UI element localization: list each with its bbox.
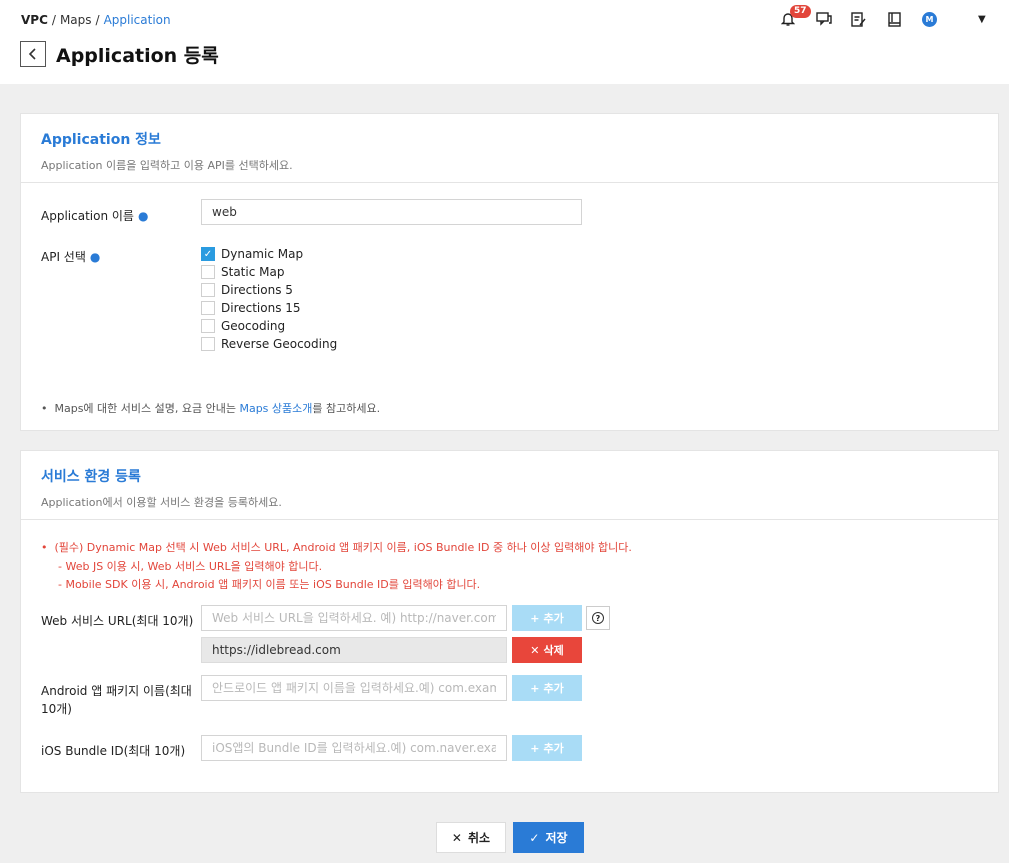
checkbox-box [201,283,215,297]
checkbox-box [201,337,215,351]
question-icon: ? [592,612,604,624]
notification-badge: 57 [790,5,811,18]
ios-bundle-input[interactable] [201,735,507,761]
api-checkbox-reverse-geocoding[interactable]: Reverse Geocoding [201,337,337,351]
chevron-left-icon [28,48,36,60]
api-checkbox-static-map[interactable]: Static Map [201,265,284,279]
ios-bundle-label: iOS Bundle ID(최대 10개) [41,744,186,758]
button-label: 추가 [543,612,564,625]
android-package-add-button[interactable]: + 추가 [512,675,582,701]
label-text: Android 앱 패키지 이름(최대 [41,684,192,698]
required-warning: • (필수) Dynamic Map 선택 시 Web 서비스 URL, And… [41,541,632,554]
api-checkbox-dynamic-map[interactable]: ✓ Dynamic Map [201,247,303,261]
breadcrumb-application: Application [103,13,171,27]
button-label: 추가 [543,742,564,755]
close-icon: ✕ [530,643,540,657]
web-url-entry: https://idlebread.com [201,637,507,663]
check-icon: ✓ [201,247,215,261]
checkbox-label: Directions 15 [221,301,301,315]
breadcrumb: VPC / Maps / Application [21,13,171,27]
warning-text: (필수) Dynamic Map 선택 시 Web 서비스 URL, Andro… [54,541,632,554]
button-label: 추가 [543,682,564,695]
section-description: Application에서 이용할 서비스 환경을 등록하세요. [41,496,282,509]
edit-note-icon [851,11,866,27]
cancel-button[interactable]: ✕ 취소 [436,822,506,853]
web-url-delete-button[interactable]: ✕ 삭제 [512,637,582,663]
note-text: Maps에 대한 서비스 설명, 요금 안내는 [54,402,240,415]
maps-info-note: • Maps에 대한 서비스 설명, 요금 안내는 Maps 상품소개를 참고하… [41,402,381,415]
check-icon: ✓ [529,830,540,845]
required-dot: ● [89,250,101,264]
close-icon: ✕ [451,830,462,845]
mobile-sdk-warning: - Mobile SDK 이용 시, Android 앱 패키지 이름 또는 i… [58,578,481,591]
section-header: 서비스 환경 등록 Application에서 이용할 서비스 환경을 등록하세… [21,451,998,520]
api-select-label: API 선택 ● [41,248,100,265]
web-js-warning: - Web JS 이용 시, Web 서비스 URL을 입력해야 합니다. [58,560,323,573]
back-button[interactable] [20,41,46,67]
breadcrumb-separator: / [51,13,56,27]
breadcrumb-separator: / [95,13,100,27]
section-description: Application 이름을 입력하고 이용 API를 선택하세요. [41,159,293,172]
chevron-down-icon[interactable]: ▼ [978,14,986,25]
save-button[interactable]: ✓ 저장 [513,822,584,853]
chat-button[interactable] [816,11,832,27]
page-title: Application 등록 [56,45,219,67]
android-package-input[interactable] [201,675,507,701]
chat-icon [816,12,832,26]
label-text: 10개) [41,702,72,716]
checkbox-label: Geocoding [221,319,286,333]
label-text: API 선택 [41,250,86,264]
checkbox-label: Static Map [221,265,285,279]
breadcrumb-vpc[interactable]: VPC [21,13,48,27]
api-checkbox-directions-15[interactable]: Directions 15 [201,301,301,315]
android-package-label: Android 앱 패키지 이름(최대 10개) [41,682,192,718]
button-label: 저장 [545,831,568,845]
user-avatar[interactable]: M [922,12,937,27]
manual-button[interactable] [886,11,902,27]
ios-bundle-add-button[interactable]: + 추가 [512,735,582,761]
web-url-label: Web 서비스 URL(최대 10개) [41,614,194,628]
checkbox-label: Dynamic Map [221,247,304,261]
application-name-label: Application 이름 ● [41,207,148,224]
maps-product-link[interactable]: Maps 상품소개 [239,402,312,415]
service-environment-section: 서비스 환경 등록 Application에서 이용할 서비스 환경을 등록하세… [20,450,999,793]
checkbox-box [201,301,215,315]
section-header: Application 정보 Application 이름을 입력하고 이용 A… [21,114,998,183]
required-dot: ● [137,209,149,223]
checkbox-label: Directions 5 [221,283,293,297]
breadcrumb-maps[interactable]: Maps [60,13,92,27]
api-checkbox-directions-5[interactable]: Directions 5 [201,283,293,297]
section-title: 서비스 환경 등록 [41,469,141,485]
application-name-input[interactable] [201,199,582,225]
api-checkbox-geocoding[interactable]: Geocoding [201,319,285,333]
button-label: 삭제 [543,644,564,657]
note-text: 를 참고하세요. [312,402,381,415]
application-info-section: Application 정보 Application 이름을 입력하고 이용 A… [20,113,999,431]
book-icon [887,11,901,27]
help-button[interactable]: ? [586,606,610,630]
checkbox-box [201,319,215,333]
plus-icon: + [530,741,540,755]
web-url-add-button[interactable]: + 추가 [512,605,582,631]
checkbox-label: Reverse Geocoding [221,337,338,351]
top-header: VPC / Maps / Application Application 등록 … [0,0,1009,84]
label-text: Application 이름 [41,209,134,223]
plus-icon: + [530,681,540,695]
button-label: 취소 [467,831,491,845]
plus-icon: + [530,611,540,625]
web-url-input[interactable] [201,605,507,631]
checkbox-box [201,265,215,279]
notification-button[interactable]: 57 [780,5,811,27]
section-title: Application 정보 [41,132,161,148]
memo-button[interactable] [851,11,867,27]
